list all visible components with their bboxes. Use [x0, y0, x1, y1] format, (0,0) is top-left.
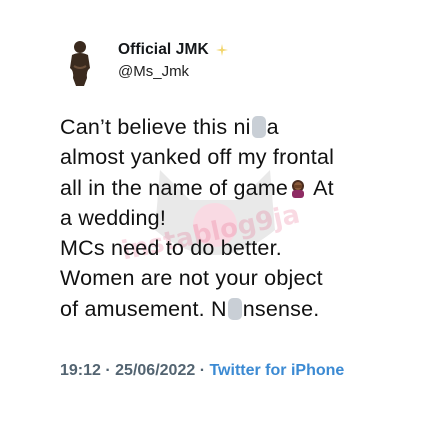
tweet-source-link[interactable]: Twitter for iPhone [209, 362, 344, 379]
censor-blur-icon [227, 297, 242, 320]
censor-blur-icon [251, 116, 266, 138]
tweet-time[interactable]: 19:12 [60, 362, 101, 379]
woman-facepalm-emoji-icon [292, 179, 305, 198]
person-silhouette-icon [70, 41, 90, 86]
tweet-line: MCs need to do better. [60, 236, 282, 261]
sparkle-icon [215, 44, 228, 56]
author-handle[interactable]: @Ms_Jmk [118, 63, 189, 80]
author-display-name[interactable]: Official JMK [118, 41, 209, 59]
tweet-line: Can’t believe this ni a [60, 115, 279, 139]
tweet-line: a wedding! [60, 205, 166, 230]
tweet-text: Can’t believe this ni a almost yanked off… [60, 112, 410, 324]
tweet-line: Women are not your object [60, 266, 323, 291]
tweet-line: almost yanked off my frontal [60, 145, 335, 170]
avatar[interactable] [60, 38, 100, 86]
tweet-line: of amusement. Nnsense. [60, 296, 320, 321]
tweet-line: all in the name of game At [60, 175, 334, 200]
meta-separator: · [105, 362, 111, 379]
tweet-date[interactable]: 25/06/2022 [115, 362, 195, 379]
meta-separator: · [199, 362, 206, 379]
tweet-meta: 19:12 · 25/06/2022 · Twitter for iPhone [60, 360, 380, 382]
tweet-header: Official JMK @Ms_Jmk [60, 36, 420, 88]
